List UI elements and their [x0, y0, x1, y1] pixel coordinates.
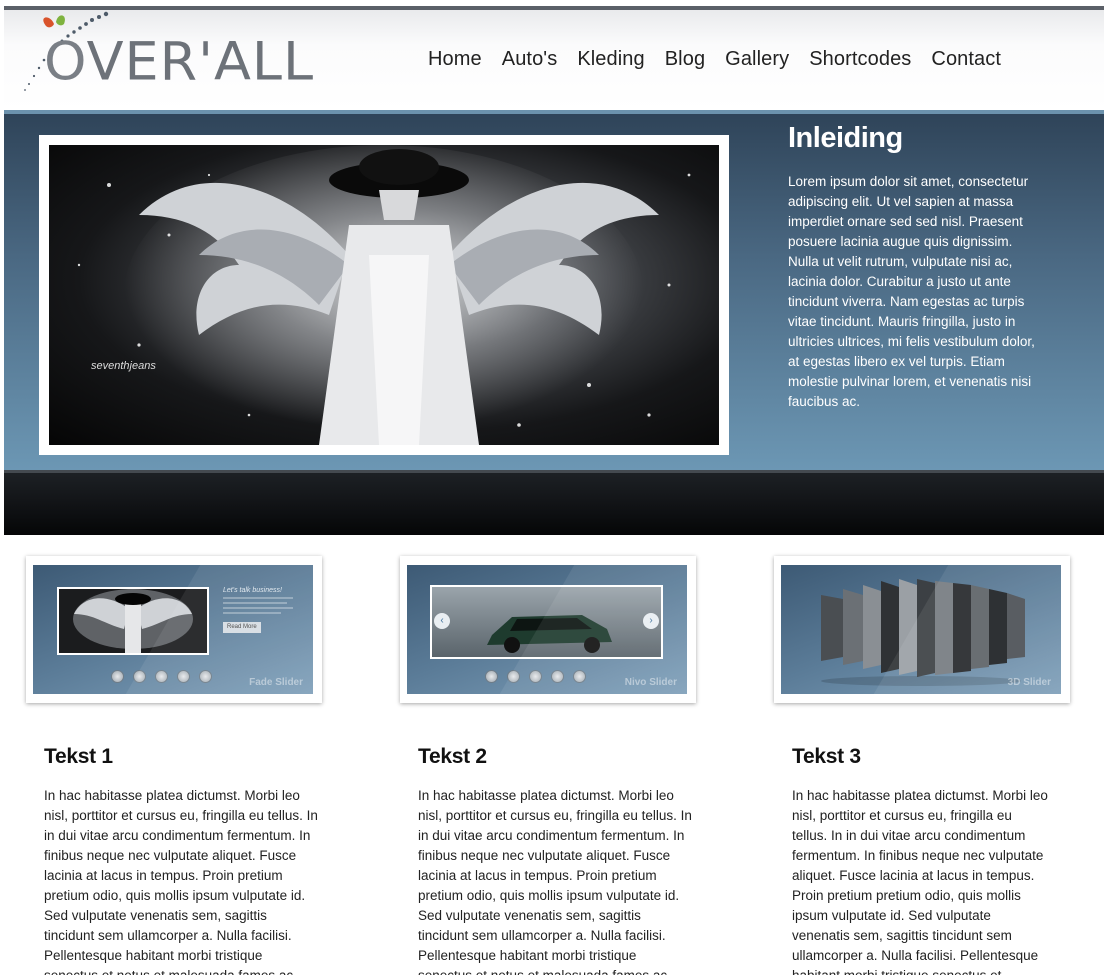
- slider-preview-inner: 3D Slider: [781, 565, 1061, 694]
- caption-line: [223, 607, 293, 609]
- slider-preview-3d[interactable]: 3D Slider: [774, 556, 1070, 703]
- column-2-title: Tekst 2: [418, 745, 487, 768]
- main-nav: Home Auto's Kleding Blog Gallery Shortco…: [428, 48, 1001, 71]
- hero-title: Inleiding: [788, 122, 903, 154]
- angel-illustration: [77, 145, 691, 445]
- nav-blog[interactable]: Blog: [665, 48, 705, 71]
- pagination-dot[interactable]: [551, 670, 564, 683]
- hero-dark-band: [4, 470, 1104, 535]
- hero-section: seventhjeans Inleiding Lorem ipsum dolor…: [4, 110, 1104, 470]
- column-3-text: In hac habitasse platea dictumst. Morbi …: [792, 788, 1048, 975]
- pagination-dot[interactable]: [507, 670, 520, 683]
- pagination-dot[interactable]: [573, 670, 586, 683]
- column-3-title: Tekst 3: [792, 745, 861, 768]
- mini-3d-slices-image: [821, 579, 1025, 686]
- pagination-dot[interactable]: [199, 670, 212, 683]
- hero-image-angel[interactable]: seventhjeans: [49, 145, 719, 445]
- slider-pagination: [485, 670, 586, 683]
- fade-slider-caption: Let's talk business! Read More: [223, 587, 303, 633]
- pagination-dot[interactable]: [133, 670, 146, 683]
- nav-autos[interactable]: Auto's: [502, 48, 558, 71]
- site-logo[interactable]: OVER'ALL: [14, 10, 313, 104]
- slider-prev-arrow-icon[interactable]: ‹: [434, 613, 450, 629]
- hero-image-frame: seventhjeans: [39, 135, 729, 455]
- caption-line: [223, 612, 281, 614]
- nav-home[interactable]: Home: [428, 48, 482, 71]
- pagination-dot[interactable]: [529, 670, 542, 683]
- slider-label: Nivo Slider: [624, 677, 677, 688]
- nivo-slider-image-frame: ‹ ›: [430, 585, 663, 659]
- nav-gallery[interactable]: Gallery: [725, 48, 789, 71]
- nav-kleding[interactable]: Kleding: [577, 48, 644, 71]
- column-1-title: Tekst 1: [44, 745, 113, 768]
- column-1-text: In hac habitasse platea dictumst. Morbi …: [44, 788, 318, 975]
- image-brand-watermark: seventhjeans: [91, 360, 156, 372]
- mini-car-image: [432, 587, 661, 657]
- slider-preview-fade[interactable]: Let's talk business! Read More Fade Slid…: [26, 556, 322, 703]
- slider-next-arrow-icon[interactable]: ›: [643, 613, 659, 629]
- nav-shortcodes[interactable]: Shortcodes: [809, 48, 911, 71]
- slider-preview-inner: Let's talk business! Read More Fade Slid…: [33, 565, 313, 694]
- caption-line: [223, 597, 293, 599]
- site-header: OVER'ALL Home Auto's Kleding Blog Galler…: [4, 10, 1104, 110]
- slider-preview-nivo[interactable]: ‹ › Nivo Slider: [400, 556, 696, 703]
- hero-text: Lorem ipsum dolor sit amet, consectetur …: [788, 174, 1035, 409]
- slider-preview-inner: ‹ › Nivo Slider: [407, 565, 687, 694]
- fade-slider-read-more-button[interactable]: Read More: [223, 622, 261, 633]
- pagination-dot[interactable]: [177, 670, 190, 683]
- caption-line: [223, 602, 287, 604]
- nav-contact[interactable]: Contact: [931, 48, 1001, 71]
- pagination-dot[interactable]: [111, 670, 124, 683]
- pagination-dot[interactable]: [485, 670, 498, 683]
- slider-label: Fade Slider: [249, 677, 303, 688]
- column-2-text: In hac habitasse platea dictumst. Morbi …: [418, 788, 692, 975]
- fade-slider-image-frame: [57, 587, 209, 655]
- fade-slider-caption-title: Let's talk business!: [223, 587, 282, 594]
- logo-wordmark: OVER'ALL: [44, 30, 315, 93]
- mini-angel-image: [59, 589, 207, 653]
- slider-pagination: [111, 670, 212, 683]
- slider-label: 3D Slider: [1007, 677, 1051, 688]
- pagination-dot[interactable]: [155, 670, 168, 683]
